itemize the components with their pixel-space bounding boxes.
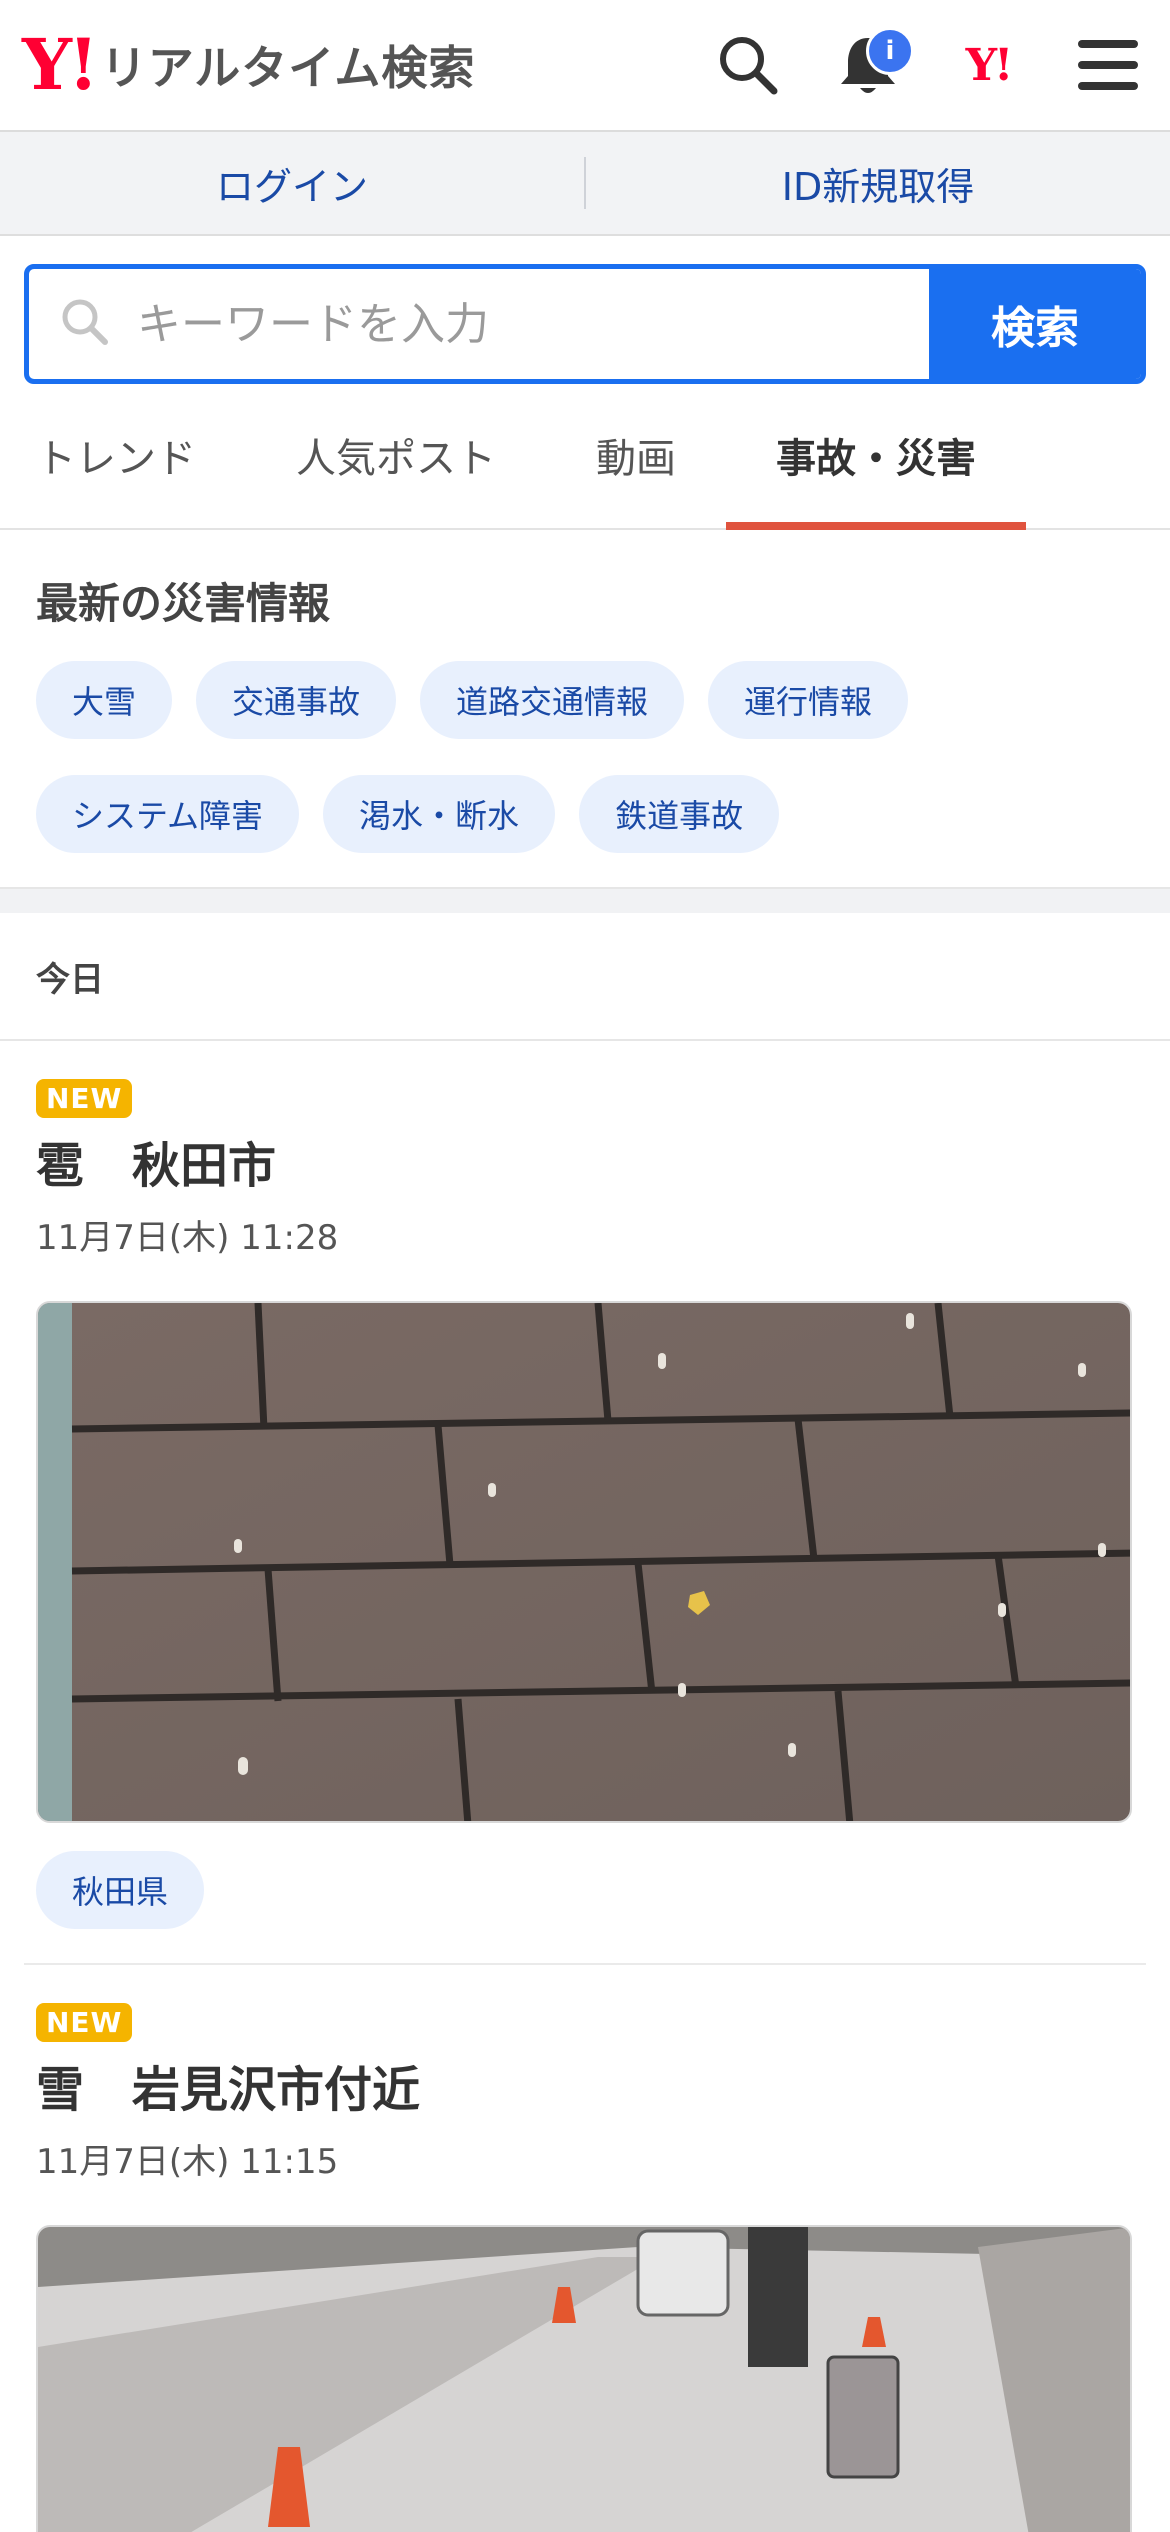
post-image[interactable]: [36, 2225, 1132, 2532]
new-badge: NEW: [36, 1079, 133, 1118]
yahoo-small-logo: Y!: [965, 39, 1014, 91]
region-tag[interactable]: 秋田県: [36, 1851, 205, 1929]
new-badge: NEW: [36, 2003, 133, 2042]
disaster-info-section: 最新の災害情報 大雪 交通事故 道路交通情報 運行情報 システム障害 渇水・断水…: [0, 530, 1170, 887]
post-title: 雪 岩見沢市付近: [36, 2062, 421, 2118]
notification-badge: i: [866, 27, 914, 75]
search-box: 検索: [24, 264, 1146, 384]
chip-service-info[interactable]: 運行情報: [708, 661, 909, 739]
register-link[interactable]: ID新規取得: [586, 156, 1170, 211]
logo-text: リアルタイム検索: [100, 41, 476, 95]
search-button[interactable]: 検索: [929, 269, 1141, 379]
post-time: 11月7日(木) 11:28: [36, 1218, 339, 1258]
menu-icon[interactable]: [1068, 25, 1148, 105]
login-link[interactable]: ログイン: [0, 156, 584, 211]
yahoo-realtime-logo[interactable]: Y! リアルタイム検索: [22, 30, 475, 100]
search-field-icon: [59, 296, 111, 352]
chip-road-traffic[interactable]: 道路交通情報: [420, 661, 685, 739]
chip-traffic-accident[interactable]: 交通事故: [196, 661, 397, 739]
tab-trend[interactable]: トレンド: [36, 396, 196, 528]
app-header: Y! リアルタイム検索 i Y!: [0, 0, 1170, 132]
section-title: 最新の災害情報: [36, 579, 331, 628]
chip-railway-accident[interactable]: 鉄道事故: [579, 775, 780, 853]
search-icon[interactable]: [708, 25, 788, 105]
disaster-chips: 大雪 交通事故 道路交通情報 運行情報 システム障害 渇水・断水 鉄道事故: [36, 661, 1134, 853]
search-input[interactable]: [137, 298, 929, 350]
yahoo-home-icon[interactable]: Y!: [948, 25, 1028, 105]
bell-icon[interactable]: i: [828, 25, 914, 105]
yahoo-logo-mark: Y!: [22, 23, 99, 106]
chip-system-failure[interactable]: システム障害: [36, 775, 300, 853]
tab-accident-disaster[interactable]: 事故・災害: [726, 396, 1026, 530]
post-image[interactable]: [36, 1301, 1132, 1823]
post-title: 雹 秋田市: [36, 1138, 277, 1194]
post-time: 11月7日(木) 11:15: [36, 2142, 339, 2182]
post-item[interactable]: NEW 雹 秋田市 11月7日(木) 11:28 秋田県: [0, 1041, 1170, 1963]
category-tabs: トレンド 人気ポスト 動画 事故・災害: [0, 396, 1170, 530]
post-item[interactable]: NEW 雪 岩見沢市付近 11月7日(木) 11:15: [24, 1963, 1146, 2532]
search-field: [29, 269, 929, 379]
chip-heavy-snow[interactable]: 大雪: [36, 661, 173, 739]
login-bar: ログイン ID新規取得: [0, 132, 1170, 236]
section-divider: [0, 887, 1170, 913]
date-section-label: 今日: [0, 913, 1170, 1041]
tab-popular-posts[interactable]: 人気ポスト: [296, 396, 496, 528]
chip-water-shortage[interactable]: 渇水・断水: [323, 775, 556, 853]
tab-video[interactable]: 動画: [596, 396, 676, 528]
